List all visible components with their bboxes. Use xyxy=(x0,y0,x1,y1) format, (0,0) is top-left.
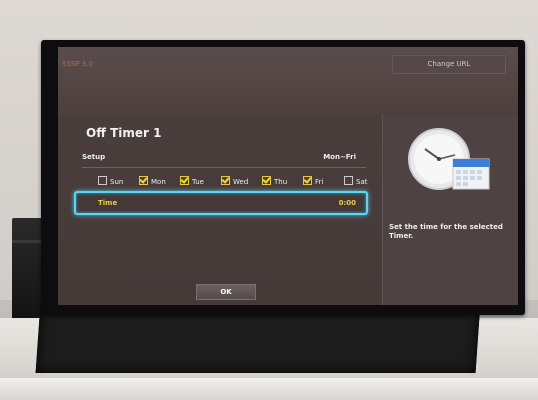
day-checkbox-tue[interactable]: Tue xyxy=(180,176,204,186)
day-checkbox-sun[interactable]: Sun xyxy=(98,176,123,186)
day-checkbox-fri[interactable]: Fri xyxy=(303,176,323,186)
tv-screen: SSSP 3.0 Change URL Off Timer 1 Setup Mo… xyxy=(58,47,518,305)
time-label: Time xyxy=(98,199,118,207)
day-label: Fri xyxy=(315,178,324,186)
divider xyxy=(82,167,366,168)
checkbox-checked-icon xyxy=(262,176,271,185)
day-label: Mon xyxy=(151,178,166,186)
day-label: Sat xyxy=(356,178,368,186)
time-row[interactable]: Time 0:00 xyxy=(74,191,368,215)
counter-edge xyxy=(0,378,538,400)
setup-value[interactable]: Mon~Fri xyxy=(323,153,356,161)
time-value: 0:00 xyxy=(338,199,356,207)
checkbox-icon xyxy=(98,176,107,185)
day-checkbox-wed[interactable]: Wed xyxy=(221,176,248,186)
day-checkbox-sat[interactable]: Sat xyxy=(344,176,367,186)
day-checkbox-thu[interactable]: Thu xyxy=(262,176,287,186)
change-url-button[interactable]: Change URL xyxy=(392,55,506,74)
day-label: Thu xyxy=(274,178,288,186)
app-title: SSSP 3.0 xyxy=(62,60,93,68)
day-checkbox-row: Sun Mon Tue Wed Thu Fri Sat xyxy=(98,176,368,186)
clock-calendar-icon xyxy=(405,125,495,195)
checkbox-checked-icon xyxy=(139,176,148,185)
checkbox-checked-icon xyxy=(180,176,189,185)
checkbox-checked-icon xyxy=(221,176,230,185)
help-text: Set the time for the selected Timer. xyxy=(389,223,503,240)
timer-settings-panel: Off Timer 1 Setup Mon~Fri Sun Mon Tue We… xyxy=(58,115,380,305)
day-label: Sun xyxy=(110,178,124,186)
day-label: Wed xyxy=(233,178,249,186)
setup-label[interactable]: Setup xyxy=(82,153,105,161)
help-panel: Set the time for the selected Timer. xyxy=(382,115,518,305)
dialog-title: Off Timer 1 xyxy=(86,126,162,140)
checkbox-checked-icon xyxy=(303,176,312,185)
day-label: Tue xyxy=(192,178,204,186)
checkbox-icon xyxy=(344,176,353,185)
ok-button[interactable]: OK xyxy=(196,284,256,300)
day-checkbox-mon[interactable]: Mon xyxy=(139,176,166,186)
top-bar: SSSP 3.0 Change URL xyxy=(58,47,518,115)
